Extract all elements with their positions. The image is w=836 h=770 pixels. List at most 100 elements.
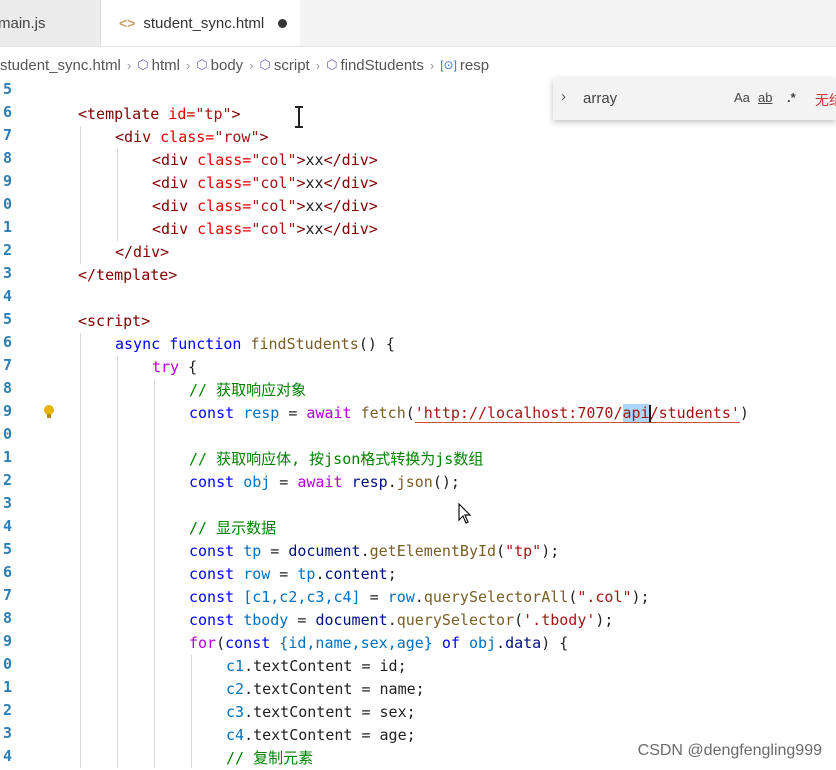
- code-line: <script>: [78, 312, 151, 330]
- line-number: 4: [2, 287, 12, 305]
- tab-main-js[interactable]: main.js: [0, 0, 101, 46]
- code-comment: // 复制元素: [226, 749, 314, 767]
- indent-guide: [154, 379, 155, 768]
- line-number: 8: [2, 609, 12, 627]
- watermark: CSDN @dengfengling999: [637, 742, 822, 759]
- code-line: <div class="col">xx</div>: [152, 151, 378, 169]
- code-line: for(const {id,name,sex,age} of obj.data)…: [189, 634, 569, 652]
- code-line: async function findStudents() {: [115, 335, 395, 353]
- cube-icon: ⬡: [326, 57, 338, 72]
- line-number: 6: [2, 333, 12, 351]
- code-line: c3.textContent = sex;: [226, 703, 416, 721]
- tab-student-sync-html[interactable]: <> student_sync.html: [101, 0, 300, 46]
- fetch-url[interactable]: 'http://localhost:7070/api/students': [415, 404, 740, 423]
- line-number: 3: [2, 264, 12, 282]
- code-line: </template>: [78, 266, 178, 284]
- chevron-right-icon: ›: [185, 57, 191, 73]
- line-number: 0: [2, 655, 12, 673]
- line-number: 7: [2, 356, 12, 374]
- search-match-highlight: api: [622, 404, 650, 422]
- line-number: 7: [2, 126, 12, 144]
- line-number: 6: [2, 563, 12, 581]
- regex-toggle[interactable]: .*: [787, 90, 796, 105]
- breadcrumb-body[interactable]: body: [211, 57, 244, 74]
- whole-word-toggle[interactable]: ab: [758, 90, 772, 105]
- code-line: <div class="row">: [115, 128, 269, 146]
- code-line: const tbody = document.querySelector('.t…: [189, 611, 614, 629]
- line-number: 8: [2, 149, 12, 167]
- chevron-right-icon: ›: [126, 57, 132, 73]
- indent-guide: [80, 333, 81, 768]
- breadcrumb-file[interactable]: student_sync.html: [0, 57, 121, 74]
- code-line: const resp = await fetch('http://localho…: [189, 404, 749, 423]
- code-editor[interactable]: 5 6 7 8 9 0 1 2 3 4 5 6 7 8 9 0 1 2 3 4 …: [0, 80, 836, 768]
- indent-guide: [117, 149, 118, 241]
- line-number: 0: [2, 195, 12, 213]
- line-number: 7: [2, 586, 12, 604]
- line-number: 2: [2, 701, 12, 719]
- code-line: const obj = await resp.json();: [189, 473, 460, 491]
- line-number: 9: [2, 632, 12, 650]
- find-input[interactable]: array: [583, 90, 617, 107]
- chevron-right-icon: ›: [429, 57, 435, 73]
- editor-tab-bar: main.js <> student_sync.html: [0, 0, 836, 47]
- line-number: 4: [2, 517, 12, 535]
- cube-icon: ⬡: [196, 57, 208, 72]
- code-line: </div>: [115, 243, 170, 261]
- tab-label: main.js: [0, 14, 46, 32]
- cube-icon: ⬡: [259, 57, 271, 72]
- line-number: 5: [2, 310, 12, 328]
- line-number: 2: [2, 241, 12, 259]
- indent-guide: [80, 126, 81, 264]
- chevron-right-icon: ›: [315, 57, 321, 73]
- line-number: 0: [2, 425, 12, 443]
- code-line: <div class="col">xx</div>: [152, 174, 378, 192]
- line-number: 3: [2, 724, 12, 742]
- code-line: try {: [152, 358, 198, 376]
- code-line: <div class="col">xx</div>: [152, 220, 378, 238]
- lightbulb-icon[interactable]: [44, 405, 54, 419]
- code-line: const [c1,c2,c3,c4] = row.querySelectorA…: [189, 588, 650, 606]
- breadcrumb-script[interactable]: script: [274, 57, 310, 74]
- code-line: const row = tp.content;: [189, 565, 397, 583]
- breadcrumb-html[interactable]: html: [152, 57, 180, 74]
- line-number: 1: [2, 448, 12, 466]
- indent-guide: [117, 356, 118, 768]
- line-number: 9: [2, 172, 12, 190]
- text-cursor-icon: [295, 106, 303, 128]
- find-result-text: 无结: [815, 92, 836, 108]
- code-line: <div class="col">xx</div>: [152, 197, 378, 215]
- code-line: const tp = document.getElementById("tp")…: [189, 542, 560, 560]
- line-number: 5: [2, 540, 12, 558]
- line-number: 9: [2, 402, 12, 420]
- mouse-pointer-icon: [458, 503, 472, 524]
- line-number: 1: [2, 678, 12, 696]
- breadcrumb: student_sync.html › ⬡ html › ⬡ body › ⬡ …: [0, 52, 836, 78]
- line-number: 4: [2, 747, 12, 765]
- line-number-gutter: 5 6 7 8 9 0 1 2 3 4 5 6 7 8 9 0 1 2 3 4 …: [0, 80, 20, 768]
- line-number: 5: [2, 80, 12, 98]
- indent-guide: [191, 655, 192, 768]
- html-file-icon: <>: [119, 15, 136, 31]
- code-line: c2.textContent = name;: [226, 680, 425, 698]
- unsaved-dot-icon[interactable]: [278, 18, 288, 28]
- cube-icon: ⬡: [137, 57, 149, 72]
- code-comment: // 获取响应对象: [189, 381, 307, 399]
- breadcrumb-function[interactable]: findStudents: [340, 57, 423, 74]
- line-number: 1: [2, 218, 12, 236]
- match-case-toggle[interactable]: Aa: [734, 90, 750, 105]
- line-number: 3: [2, 494, 12, 512]
- code-comment: // 显示数据: [189, 519, 277, 537]
- tab-label: student_sync.html: [143, 14, 265, 32]
- code-line: c4.textContent = age;: [226, 726, 416, 744]
- find-widget[interactable]: › array Aa ab .* 无结: [553, 78, 836, 120]
- line-number: 8: [2, 379, 12, 397]
- breadcrumb-variable[interactable]: resp: [460, 57, 489, 74]
- chevron-right-icon: ›: [249, 57, 254, 73]
- line-number: 6: [2, 103, 12, 121]
- line-number: 2: [2, 471, 12, 489]
- code-line: <template id="tp">: [78, 105, 241, 123]
- variable-icon: [⊙]: [440, 58, 457, 72]
- code-comment: // 获取响应体, 按json格式转换为js数组: [189, 450, 484, 468]
- chevron-right-icon[interactable]: ›: [561, 88, 566, 105]
